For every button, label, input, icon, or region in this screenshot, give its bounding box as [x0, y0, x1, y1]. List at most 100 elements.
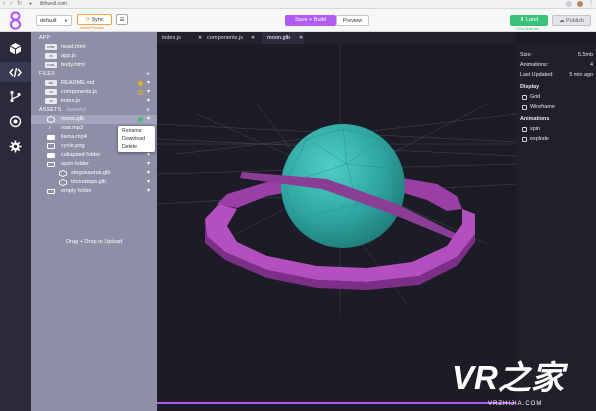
back-icon[interactable]: ‹	[3, 1, 5, 8]
cube-icon[interactable]	[9, 42, 22, 55]
branch-select[interactable]: default ▼	[36, 15, 72, 26]
asset-row-moon[interactable]: moon.glb ▾	[31, 115, 157, 124]
grid-checkbox[interactable]	[522, 95, 527, 100]
asset-name: open folder	[61, 161, 89, 167]
file-row-head-html[interactable]: HTML head.html	[31, 43, 157, 52]
row-menu-icon[interactable]: ▾	[147, 115, 150, 124]
row-menu-icon[interactable]: ▾	[147, 187, 150, 196]
tab-label: index.js	[162, 35, 181, 41]
row-menu-icon[interactable]: ▾	[147, 160, 150, 169]
asset-row-stegosaurus[interactable]: stegosaurus.glb ▾	[31, 169, 157, 178]
tab-components-js[interactable]: components.js	[202, 32, 257, 44]
video-icon	[47, 135, 55, 140]
asset-name: cycle.png	[61, 143, 85, 149]
folder-icon	[47, 153, 55, 158]
target-icon[interactable]	[9, 115, 22, 128]
branch-select-value: default	[40, 18, 57, 24]
asset-row-collapsed-folder[interactable]: collapsed folder ▾	[31, 151, 157, 160]
file-name: head.html	[61, 44, 86, 50]
sync-status: Needs Preview	[80, 26, 104, 30]
close-icon[interactable]: ✕	[251, 32, 255, 44]
modified-status-dot	[138, 90, 143, 95]
delete-menu-item[interactable]: Delete	[122, 144, 137, 151]
tab-label: moon.glb	[267, 35, 291, 41]
watermark-url: VRZHIJIA.COM	[488, 401, 543, 407]
save-build-button[interactable]: Save + Build	[285, 15, 336, 26]
rename-menu-item[interactable]: Rename	[122, 128, 142, 135]
asset-name: roar.mp3	[61, 125, 84, 131]
model-viewport[interactable]	[157, 44, 516, 411]
asset-name: triceratops.glb	[71, 179, 107, 185]
watermark: VR之家 VRZHIJIA.COM	[448, 358, 596, 411]
forward-icon[interactable]: ›	[10, 1, 12, 8]
wireframe-checkbox[interactable]	[522, 105, 527, 110]
tab-label: components.js	[207, 35, 244, 41]
tab-index-js[interactable]: index.js	[157, 32, 197, 44]
file-name: README.md	[61, 80, 95, 86]
preview-button[interactable]: Preview	[336, 15, 369, 26]
md-file-icon: MD	[45, 80, 57, 86]
explode-checkbox[interactable]	[522, 137, 527, 142]
saved-status-dot	[138, 117, 143, 122]
lock-icon: ●	[29, 1, 33, 7]
asset-row-triceratops[interactable]: triceratops.glb ▾	[31, 178, 157, 187]
add-asset-button[interactable]: +	[146, 107, 150, 114]
tab-moon-glb[interactable]: moon.glb	[262, 32, 304, 44]
code-icon[interactable]	[9, 66, 22, 79]
browser-chrome: ‹ › ↻ ● ilithwell.com ⋮	[0, 0, 596, 9]
file-row-readme[interactable]: MD README.md ▾	[31, 79, 157, 88]
publish-label: Publish	[565, 18, 585, 24]
app-section-heading: APP	[39, 35, 51, 41]
row-menu-icon[interactable]: ▾	[147, 178, 150, 187]
file-row-app-js[interactable]: JS app.js	[31, 52, 157, 61]
wireframe-option-label: Wireframe	[530, 104, 555, 110]
row-menu-icon[interactable]: ▾	[147, 79, 150, 88]
asset-row-open-folder[interactable]: open folder ▾	[31, 160, 157, 169]
sync-label: Sync	[91, 17, 104, 23]
watermark-logo: VR之家	[452, 359, 564, 396]
row-menu-icon[interactable]: ▾	[147, 151, 150, 160]
model-scene[interactable]	[157, 44, 516, 411]
file-name: body.html	[61, 62, 85, 68]
js-file-icon: JS	[45, 89, 57, 95]
model-icon	[59, 170, 67, 177]
land-button[interactable]: ⬇ Land	[510, 15, 548, 26]
asset-name: empty folder	[61, 188, 92, 194]
gear-icon[interactable]	[9, 140, 22, 153]
address-bar[interactable]: ilithwell.com	[40, 1, 67, 8]
extension-icon[interactable]	[566, 1, 572, 7]
asset-row-empty-folder[interactable]: empty folder ▾	[31, 187, 157, 196]
file-row-components[interactable]: JS components.js ▾	[31, 88, 157, 97]
spin-option-label: spin	[530, 126, 540, 132]
profile-avatar[interactable]	[577, 1, 583, 7]
file-row-body-html[interactable]: HTML body.html	[31, 61, 157, 70]
drag-drop-hint: Drag + Drop to Upload	[65, 239, 123, 245]
reload-icon[interactable]: ↻	[17, 1, 22, 8]
add-file-button[interactable]: +	[146, 71, 150, 78]
row-menu-icon[interactable]: ▾	[147, 169, 150, 178]
publish-button[interactable]: ☁ Publish	[552, 15, 591, 26]
row-menu-icon[interactable]: ▾	[147, 97, 150, 106]
file-name: index.js	[61, 98, 80, 104]
last-updated-label: Last Updated:	[520, 72, 554, 78]
menu-button[interactable]: ☰	[116, 14, 128, 25]
image-icon	[47, 143, 55, 149]
properties-panel: Size: 5.5mb Animations: 4 Last Updated: …	[516, 44, 596, 411]
cloud-icon: ☁	[558, 18, 565, 24]
branch-icon[interactable]	[9, 90, 22, 103]
assets-heading-text: ASSETS	[39, 107, 62, 113]
files-section-heading: FILES	[39, 71, 55, 77]
download-menu-item[interactable]: Download	[122, 136, 145, 143]
browser-menu-icon[interactable]: ⋮	[588, 1, 594, 8]
row-menu-icon[interactable]: ▾	[147, 88, 150, 97]
model-icon	[47, 116, 55, 123]
land-label: Land	[525, 17, 539, 23]
model-icon	[59, 179, 67, 186]
chevron-down-icon: ▼	[64, 18, 68, 23]
file-row-index[interactable]: JS index.js ▾	[31, 97, 157, 106]
close-icon[interactable]: ✕	[299, 32, 303, 44]
sync-button[interactable]: ⟳ Sync	[77, 14, 112, 25]
audio-icon: ♪	[48, 125, 51, 131]
logo-icon	[9, 11, 22, 30]
spin-checkbox[interactable]	[522, 127, 527, 132]
